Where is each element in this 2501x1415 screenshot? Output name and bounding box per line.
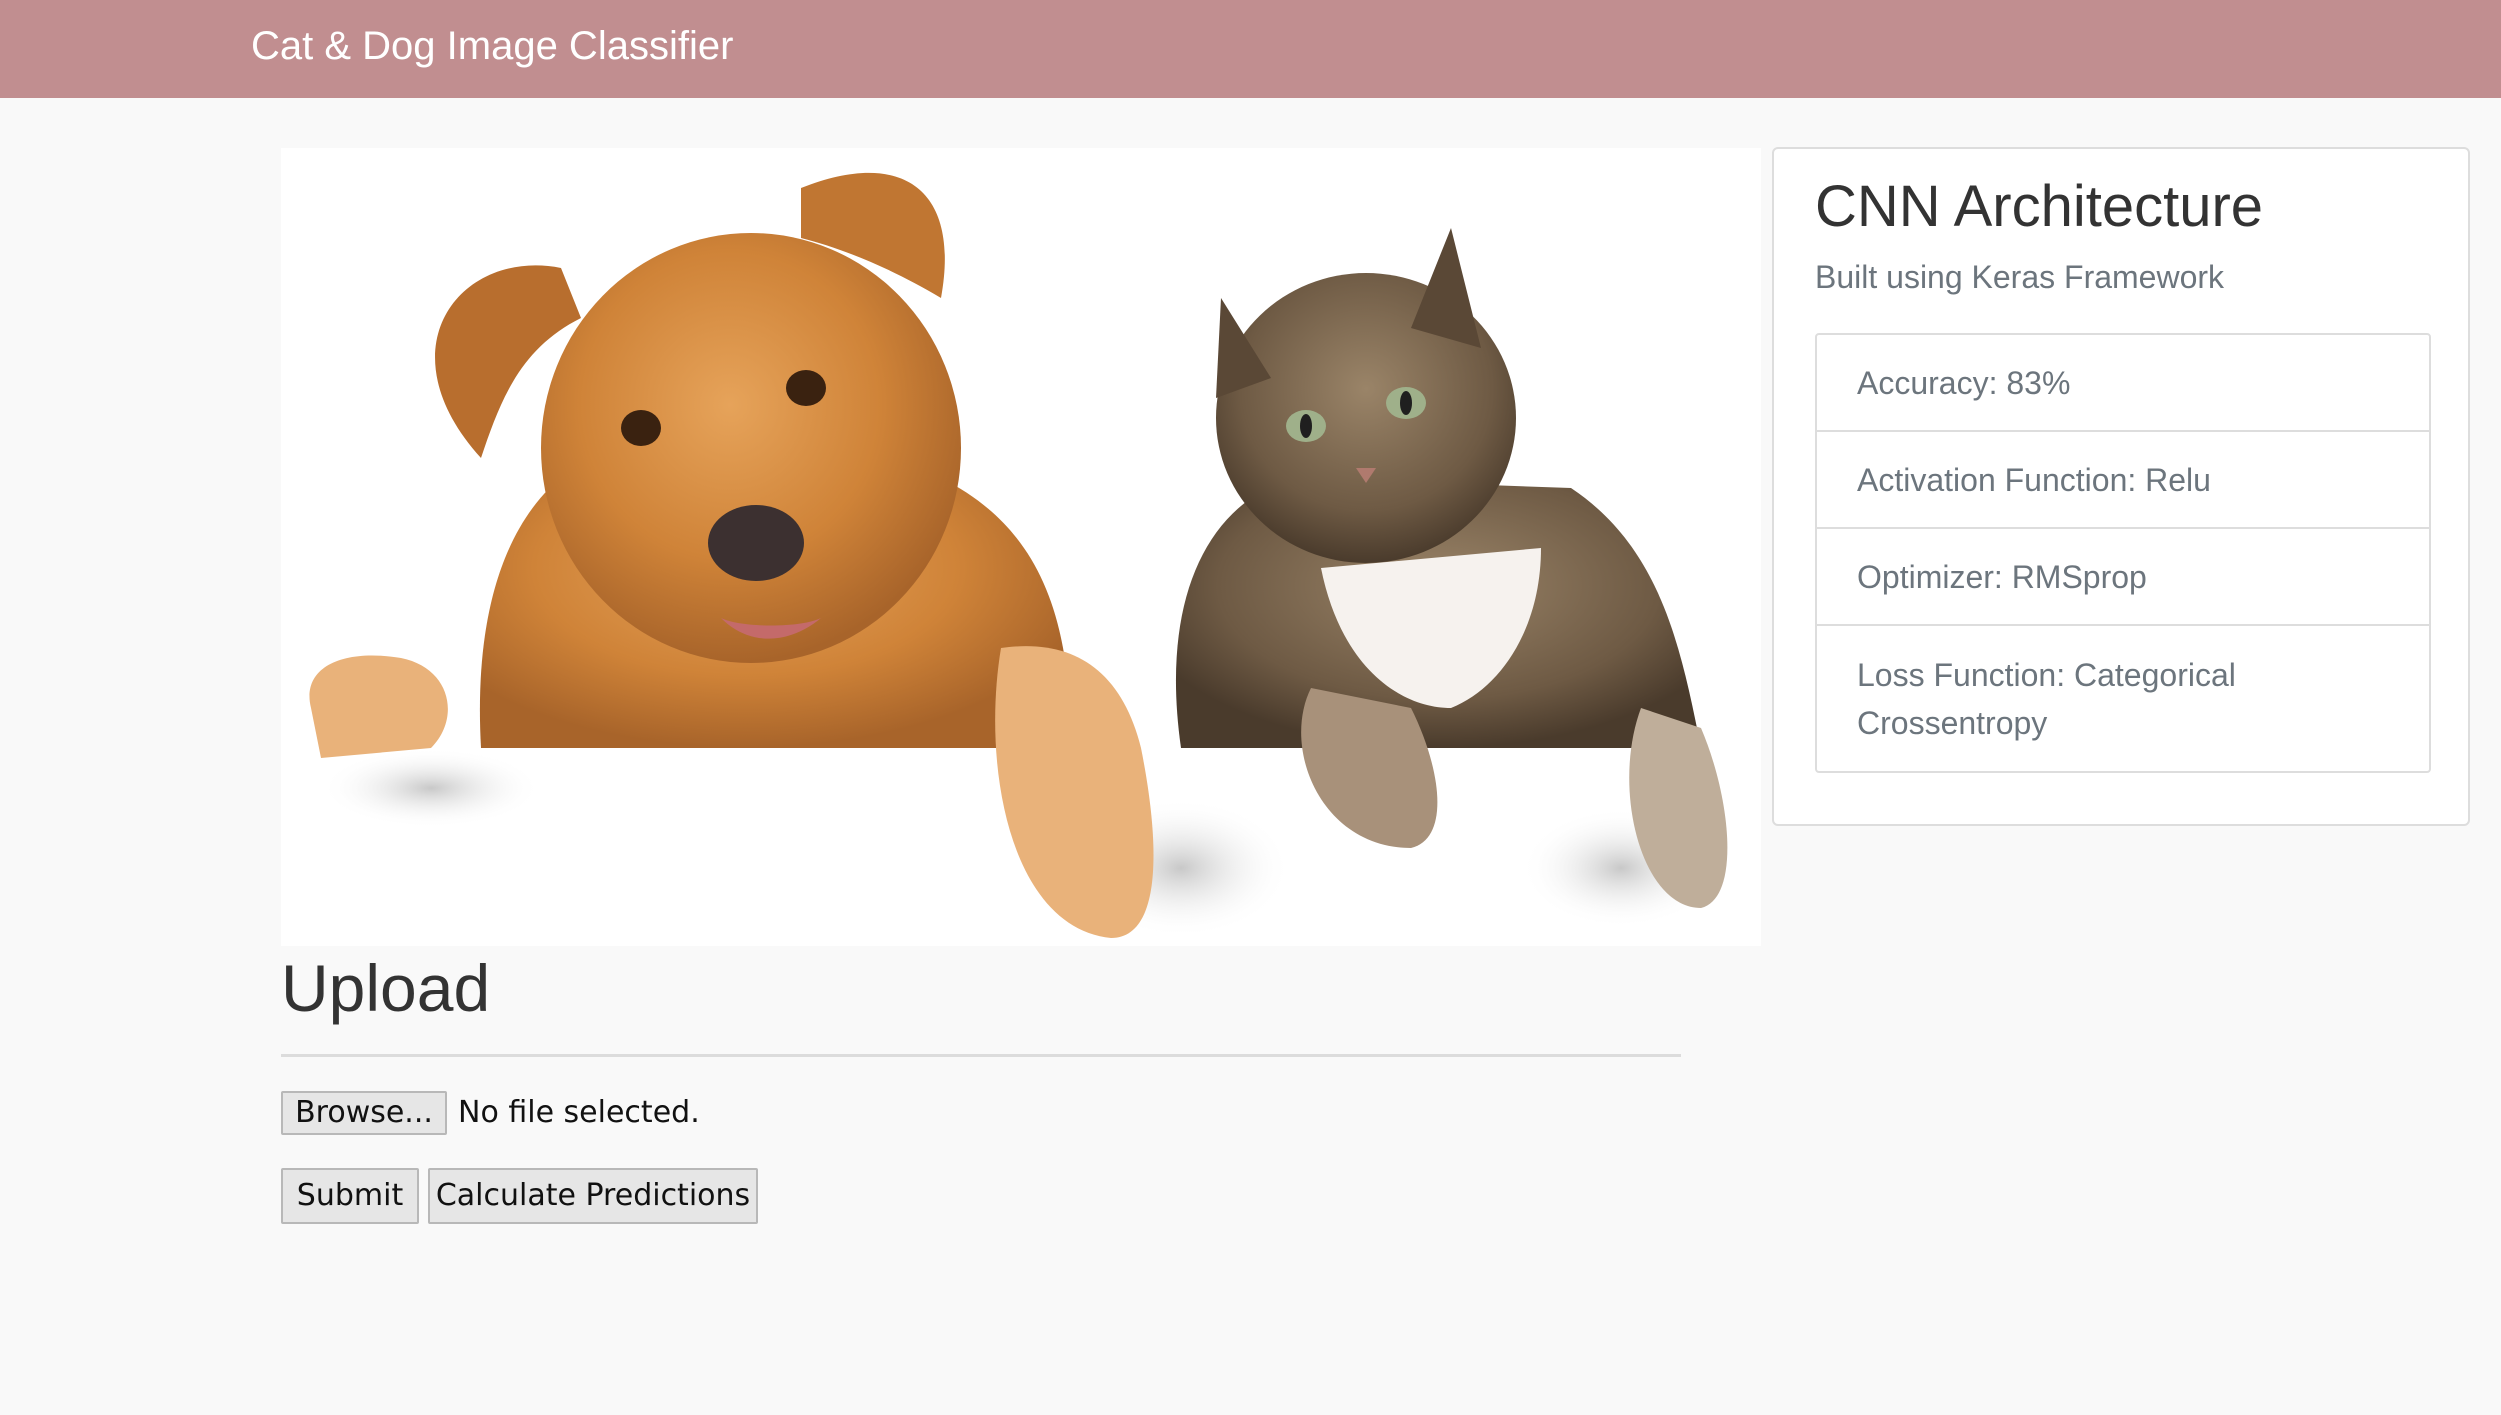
divider (281, 1054, 1681, 1057)
cnn-architecture-panel: CNN Architecture Built using Keras Frame… (1772, 147, 2470, 826)
model-details-list: Accuracy: 83% Activation Function: Relu … (1815, 333, 2431, 773)
calculate-predictions-button[interactable]: Calculate Predictions (428, 1168, 758, 1224)
browse-button[interactable]: Browse... (281, 1091, 447, 1135)
hero-image (281, 148, 1761, 946)
upload-heading: Upload (281, 951, 491, 1025)
panel-subtitle: Built using Keras Framework (1815, 259, 2225, 295)
dog-and-cat-illustration (281, 148, 1761, 946)
list-item-activation: Activation Function: Relu (1817, 432, 2429, 529)
navbar: Cat & Dog Image Classifier (0, 0, 2501, 98)
panel-title: CNN Architecture (1815, 174, 2264, 239)
list-item-loss: Loss Function: Categorical Crossentropy (1857, 656, 2236, 741)
brand-link[interactable]: Cat & Dog Image Classifier (251, 20, 733, 72)
file-status-text: No file selected. (458, 1095, 700, 1130)
list-item-optimizer: Optimizer: RMSprop (1817, 529, 2429, 626)
list-item-accuracy: Accuracy: 83% (1817, 335, 2429, 432)
submit-button[interactable]: Submit (281, 1168, 419, 1224)
